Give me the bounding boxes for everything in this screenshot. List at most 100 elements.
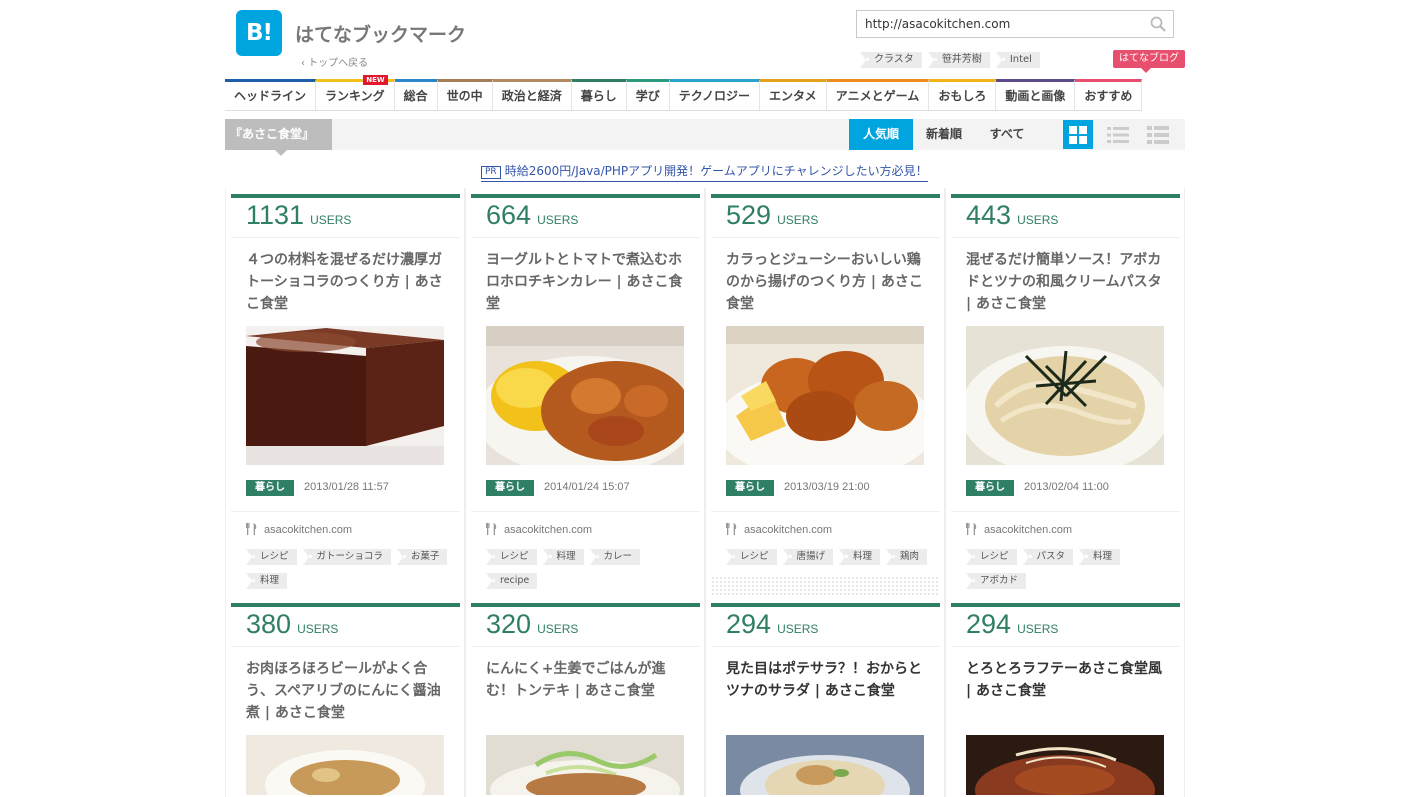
pr-ad-link[interactable]: PR 時給2600円/Java/PHPアプリ開発！ゲームアプリにチャレンジしたい方… [481, 162, 928, 182]
entry-thumbnail[interactable] [486, 735, 684, 795]
sort-popular-tab[interactable]: 人気順 [849, 119, 913, 150]
site-title[interactable]: はてなブックマーク [295, 20, 466, 47]
entry-title[interactable]: 見た目はポテサラ？！おからとツナのサラダ | あさこ食堂 [726, 658, 931, 702]
entry-card: 664 USERS ヨーグルトとトマトで煮込むホロホロチキンカレー | あさこ食堂… [465, 188, 705, 598]
category-label[interactable]: 暮らし [246, 480, 294, 496]
search-icon[interactable] [1150, 16, 1166, 32]
entry-title[interactable]: とろとろラフテーあさこ食堂風 | あさこ食堂 [966, 658, 1171, 702]
nav-tab[interactable]: 暮らし [571, 79, 627, 110]
entry-tag[interactable]: 料理 [1079, 549, 1121, 565]
category-label[interactable]: 暮らし [966, 480, 1014, 496]
nav-tab[interactable]: 学び [626, 79, 670, 110]
entry-tags: レシピ 料理 カレー recipe [486, 549, 696, 589]
entry-tags: レシピ ガトーショコラ お菓子 料理 [246, 549, 456, 589]
bookmark-count[interactable]: 380 USERS [246, 609, 338, 640]
entry-tag[interactable]: 料理 [542, 549, 584, 565]
nav-tab-label: 世の中 [446, 89, 483, 103]
bookmark-count[interactable]: 320 USERS [486, 609, 578, 640]
nav-tab-label: 総合 [403, 89, 428, 103]
category-label[interactable]: 暮らし [726, 480, 774, 496]
nav-tab[interactable]: テクノロジー [669, 79, 761, 110]
category-label[interactable]: 暮らし [486, 480, 534, 496]
nav-tab[interactable]: エンタメ [760, 79, 827, 110]
nav-tab[interactable]: 世の中 [437, 79, 493, 110]
nav-tab-label: アニメとゲーム [835, 89, 920, 103]
entry-tag[interactable]: アボカド [966, 573, 1027, 589]
nav-tab-label: 政治と経済 [501, 89, 562, 103]
bookmark-count[interactable]: 1131 USERS [246, 200, 351, 231]
nav-tab-label: エンタメ [769, 89, 817, 103]
compact-list-icon[interactable] [1143, 120, 1173, 149]
bookmark-count[interactable]: 443 USERS [966, 200, 1058, 231]
entry-tag[interactable]: recipe [486, 573, 538, 589]
entry-tag[interactable]: 鶏肉 [886, 549, 928, 565]
entry-title[interactable]: ４つの材料を混ぜるだけ濃厚ガトーショコラのつくり方 | あさこ食堂 [246, 249, 451, 315]
entry-thumbnail[interactable] [966, 735, 1164, 795]
entry-tag[interactable]: レシピ [246, 549, 297, 565]
pr-text: 時給2600円/Java/PHPアプリ開発！ゲームアプリにチャレンジしたい方必見… [504, 164, 928, 178]
entry-thumbnail[interactable] [246, 735, 444, 795]
nav-tab[interactable]: アニメとゲーム [826, 79, 930, 110]
trending-tag[interactable]: 笹井芳樹 [927, 52, 990, 68]
entry-tag[interactable]: 唐揚げ [782, 549, 834, 565]
sort-all-tab[interactable]: すべて [977, 119, 1037, 150]
trending-tag[interactable]: クラスタ [860, 52, 922, 68]
entry-title[interactable]: にんにく+生姜でごはんが進む！トンテキ | あさこ食堂 [486, 658, 691, 702]
entry-domain[interactable]: asacokitchen.com [966, 523, 1072, 536]
nav-tab[interactable]: 政治と経済 [492, 79, 572, 110]
list-view-icon[interactable] [1103, 120, 1133, 149]
fork-knife-icon [966, 523, 977, 535]
entry-tag[interactable]: レシピ [486, 549, 537, 565]
trending-tag[interactable]: Intel [995, 52, 1040, 68]
entry-title[interactable]: お肉ほろほろビールがよく合う、スペアリブのにんにく醤油煮 | あさこ食堂 [246, 658, 451, 724]
nav-tab[interactable]: 総合 [394, 79, 438, 110]
entry-thumbnail[interactable] [486, 326, 684, 465]
entry-title[interactable]: 混ぜるだけ簡単ソース！アボカドとツナの和風クリームパスタ | あさこ食堂 [966, 249, 1171, 315]
entry-date: 2013/03/19 21:00 [784, 481, 870, 493]
nav-tab[interactable]: ランキング NEW [316, 75, 395, 110]
entry-tag[interactable]: レシピ [726, 549, 777, 565]
site-filter-label: 『あさこ食堂』 [225, 119, 333, 156]
entry-date: 2013/01/28 11:57 [304, 481, 389, 493]
entry-tags: レシピ 唐揚げ 料理 鶏肉 [726, 549, 936, 565]
bookmark-count[interactable]: 529 USERS [726, 200, 818, 231]
fork-knife-icon [726, 523, 737, 535]
entry-thumbnail[interactable] [246, 326, 444, 465]
nav-tab[interactable]: おもしろ [929, 79, 997, 110]
entry-date: 2014/01/24 15:07 [544, 481, 630, 493]
nav-tab[interactable]: 動画と画像 [996, 79, 1076, 110]
grid-view-icon[interactable] [1063, 120, 1093, 149]
entry-thumbnail[interactable] [726, 735, 924, 795]
category-nav: ヘッドライン ランキング NEW 総合 世の中 政治と経済 暮らし 学び テクノロジー エンタメ ア… [225, 75, 1143, 111]
entry-card: 529 USERS カラっとジューシーおいしい鶏のから揚げのつくり方 | あさこ食… [705, 188, 945, 598]
entry-tag[interactable]: 料理 [839, 549, 881, 565]
entry-card: 320 USERS にんにく+生姜でごはんが進む！トンテキ | あさこ食堂 [465, 597, 705, 797]
entry-tag[interactable]: レシピ [966, 549, 1017, 565]
entry-thumbnail[interactable] [966, 326, 1164, 465]
entry-tag[interactable]: お菓子 [396, 549, 448, 565]
search-input[interactable] [857, 11, 1143, 37]
entry-domain[interactable]: asacokitchen.com [486, 523, 592, 536]
new-badge: NEW [363, 75, 388, 85]
entry-tags: レシピ パスタ 料理 アボカド [966, 549, 1176, 589]
sort-new-tab[interactable]: 新着順 [915, 119, 973, 150]
entry-tag[interactable]: パスタ [1022, 549, 1074, 565]
nav-tab-label: 動画と画像 [1005, 89, 1066, 103]
bookmark-count[interactable]: 294 USERS [726, 609, 818, 640]
bookmark-count[interactable]: 664 USERS [486, 200, 578, 231]
entry-tag[interactable]: カレー [589, 549, 641, 565]
entry-thumbnail[interactable] [726, 326, 924, 465]
entry-title[interactable]: カラっとジューシーおいしい鶏のから揚げのつくり方 | あさこ食堂 [726, 249, 931, 315]
entry-tag[interactable]: 料理 [246, 573, 288, 589]
entry-tag[interactable]: ガトーショコラ [302, 549, 391, 565]
entry-domain[interactable]: asacokitchen.com [726, 523, 832, 536]
nav-tab-label: テクノロジー [678, 89, 751, 103]
nav-tab[interactable]: おすすめ [1075, 79, 1143, 110]
hatena-bookmark-logo[interactable]: B! [236, 10, 282, 56]
entry-domain[interactable]: asacokitchen.com [246, 523, 352, 536]
bookmark-count[interactable]: 294 USERS [966, 609, 1058, 640]
entry-title[interactable]: ヨーグルトとトマトで煮込むホロホロチキンカレー | あさこ食堂 [486, 249, 691, 315]
back-to-top-link[interactable]: ‹ トップへ戻る [301, 54, 368, 69]
nav-tab[interactable]: ヘッドライン [225, 79, 317, 110]
hatena-blog-button[interactable]: はてなブログ [1113, 50, 1185, 73]
